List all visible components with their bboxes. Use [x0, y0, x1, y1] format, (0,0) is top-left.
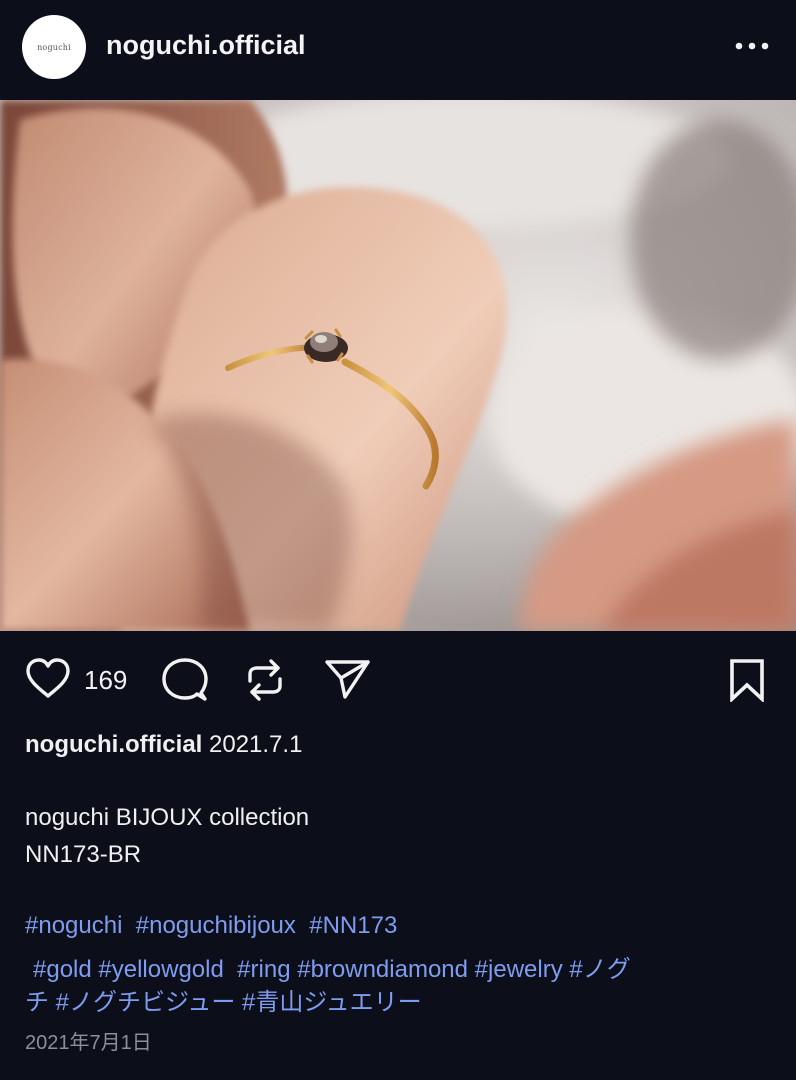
hashtag-link[interactable]: #noguchibijoux	[136, 912, 296, 939]
ring-on-hand-photo	[0, 100, 796, 631]
hashtag-line-3: チ #ノグチビジュー #青山ジュエリー	[25, 982, 422, 1017]
hashtag-link[interactable]: #jewelry	[475, 956, 563, 983]
hashtag-link[interactable]: #noguchi	[25, 912, 122, 939]
caption-username[interactable]: noguchi.official	[25, 731, 202, 758]
caption-line-2: NN173-BR	[25, 841, 142, 868]
heart-icon[interactable]	[23, 655, 73, 701]
hashtag-line-1: #noguchi #noguchibijoux #NN173	[25, 912, 397, 940]
hashtag-link[interactable]: チ	[25, 989, 49, 1016]
repost-icon[interactable]	[243, 656, 287, 704]
comment-icon[interactable]	[160, 656, 210, 704]
hashtag-link[interactable]: #ノグチビジュー	[56, 989, 236, 1016]
post-date: 2021年7月1日	[25, 1032, 152, 1054]
hashtag-link[interactable]: #ノグ	[569, 956, 630, 983]
caption-header: noguchi.official 2021.7.1	[25, 731, 302, 759]
hashtag-link[interactable]: #browndiamond	[297, 956, 468, 983]
hashtag-line-2: #gold #yellowgold #ring #browndiamond #j…	[33, 949, 631, 984]
avatar[interactable]: noguchi	[22, 15, 86, 79]
send-icon[interactable]	[322, 656, 372, 702]
like-count[interactable]: 169	[84, 665, 127, 696]
bookmark-icon[interactable]	[726, 656, 768, 704]
hashtag-link[interactable]: #NN173	[309, 912, 397, 939]
hashtag-link[interactable]: #ring	[237, 956, 290, 983]
caption-date: 2021.7.1	[209, 731, 303, 758]
caption-line-1: noguchi BIJOUX collection	[25, 804, 310, 831]
post-username[interactable]: noguchi.official	[106, 30, 306, 61]
post-photo[interactable]	[0, 100, 796, 631]
hashtag-link[interactable]: #青山ジュエリー	[242, 989, 422, 1016]
post-header: noguchi noguchi.official	[0, 0, 796, 100]
avatar-logo-text: noguchi	[37, 42, 71, 52]
more-icon[interactable]	[732, 34, 772, 58]
hashtag-link[interactable]: #yellowgold	[98, 956, 223, 983]
hashtag-link[interactable]: #gold	[33, 956, 92, 983]
